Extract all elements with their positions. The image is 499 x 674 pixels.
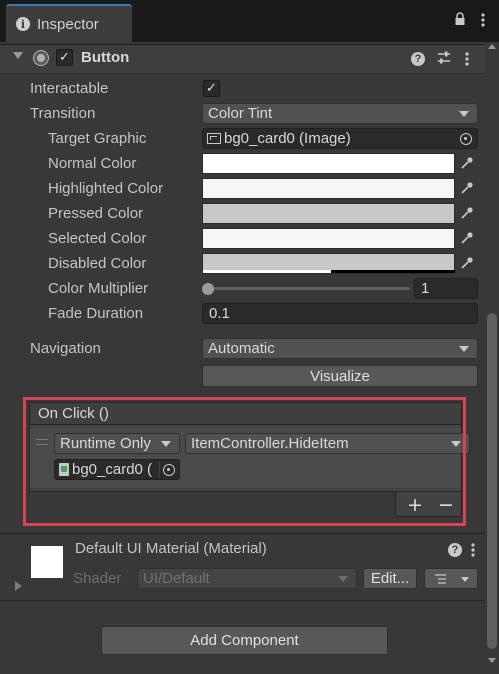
fade-duration-field[interactable]: 0.1 <box>202 303 478 324</box>
alpha-bar <box>203 270 331 273</box>
navigation-dropdown[interactable]: Automatic <box>202 338 478 359</box>
component-icon <box>34 51 48 65</box>
image-icon <box>207 133 221 144</box>
material-title: Default UI Material (Material) <box>75 540 267 557</box>
add-component-button[interactable]: Add Component <box>101 626 388 655</box>
divider <box>0 600 485 601</box>
chevron-down-icon <box>459 111 469 117</box>
visualize-button[interactable]: Visualize <box>202 365 478 387</box>
component-menu-icon[interactable] <box>464 51 470 71</box>
pressed-color-swatch[interactable] <box>202 203 455 224</box>
eyedropper-icon[interactable] <box>458 229 476 247</box>
alpha-bar <box>331 270 455 273</box>
object-picker-icon <box>460 132 472 145</box>
fade-duration-label: Fade Duration <box>48 305 144 322</box>
check-icon: ✓ <box>206 81 217 96</box>
component-title: Button <box>81 49 130 66</box>
foldout-expanded-icon[interactable] <box>13 52 23 59</box>
info-icon: i <box>16 17 30 31</box>
lock-icon[interactable] <box>454 12 466 26</box>
eyedropper-icon[interactable] <box>458 204 476 222</box>
help-icon[interactable]: ? <box>411 52 425 66</box>
tab-menu-icon[interactable] <box>480 12 486 28</box>
interactable-label: Interactable <box>30 80 109 97</box>
pressed-color-label: Pressed Color <box>48 205 144 222</box>
color-multiplier-label: Color Multiplier <box>48 280 149 297</box>
highlight-box <box>23 397 466 526</box>
eyedropper-icon[interactable] <box>458 154 476 172</box>
check-icon: ✓ <box>59 50 70 65</box>
edit-shader-button[interactable]: Edit... <box>363 568 417 589</box>
scrollbar-thumb[interactable] <box>487 313 497 649</box>
shader-label: Shader <box>73 570 122 587</box>
scroll-down-icon[interactable] <box>488 658 496 663</box>
help-icon[interactable]: ? <box>448 543 462 557</box>
shader-options-button[interactable] <box>424 568 478 589</box>
disabled-color-label: Disabled Color <box>48 255 147 272</box>
transition-label: Transition <box>30 105 96 122</box>
help-glyph: ? <box>451 544 459 556</box>
list-icon <box>435 573 446 584</box>
object-picker-button[interactable] <box>457 130 475 147</box>
navigation-value: Automatic <box>208 340 275 357</box>
target-graphic-label: Target Graphic <box>48 130 147 147</box>
disabled-color-swatch[interactable] <box>202 253 455 274</box>
highlighted-color-swatch[interactable] <box>202 178 455 199</box>
chevron-down-icon <box>461 577 469 582</box>
scroll-up-icon[interactable] <box>488 44 496 49</box>
interactable-checkbox[interactable]: ✓ <box>203 80 220 97</box>
color-multiplier-field[interactable]: 1 <box>414 278 478 299</box>
shader-dropdown[interactable]: UI/Default <box>137 568 357 589</box>
highlighted-color-label: Highlighted Color <box>48 180 164 197</box>
edit-label: Edit... <box>370 570 410 587</box>
transition-dropdown[interactable]: Color Tint <box>202 103 478 124</box>
material-menu-icon[interactable] <box>470 542 476 562</box>
slider-thumb[interactable] <box>202 283 214 295</box>
navigation-label: Navigation <box>30 340 101 357</box>
visualize-label: Visualize <box>310 367 370 385</box>
foldout-collapsed-icon[interactable] <box>15 581 22 591</box>
eyedropper-icon[interactable] <box>458 254 476 272</box>
eyedropper-icon[interactable] <box>458 179 476 197</box>
component-enabled-checkbox[interactable]: ✓ <box>56 49 73 66</box>
target-graphic-value: bg0_card0 (Image) <box>224 130 351 147</box>
color-multiplier-slider[interactable] <box>206 287 410 290</box>
normal-color-label: Normal Color <box>48 155 137 172</box>
transition-value: Color Tint <box>208 105 273 122</box>
chevron-down-icon <box>338 576 348 582</box>
selected-color-label: Selected Color <box>48 230 147 247</box>
tab-inspector[interactable]: i Inspector <box>6 4 132 42</box>
normal-color-swatch[interactable] <box>202 153 455 174</box>
shader-value: UI/Default <box>143 570 210 587</box>
material-preview <box>31 546 63 578</box>
add-component-label: Add Component <box>190 632 299 649</box>
presets-icon[interactable] <box>436 50 452 70</box>
tab-label: Inspector <box>37 15 99 33</box>
target-graphic-field[interactable]: bg0_card0 (Image) <box>202 128 478 149</box>
chevron-down-icon <box>459 346 469 352</box>
selected-color-swatch[interactable] <box>202 228 455 249</box>
